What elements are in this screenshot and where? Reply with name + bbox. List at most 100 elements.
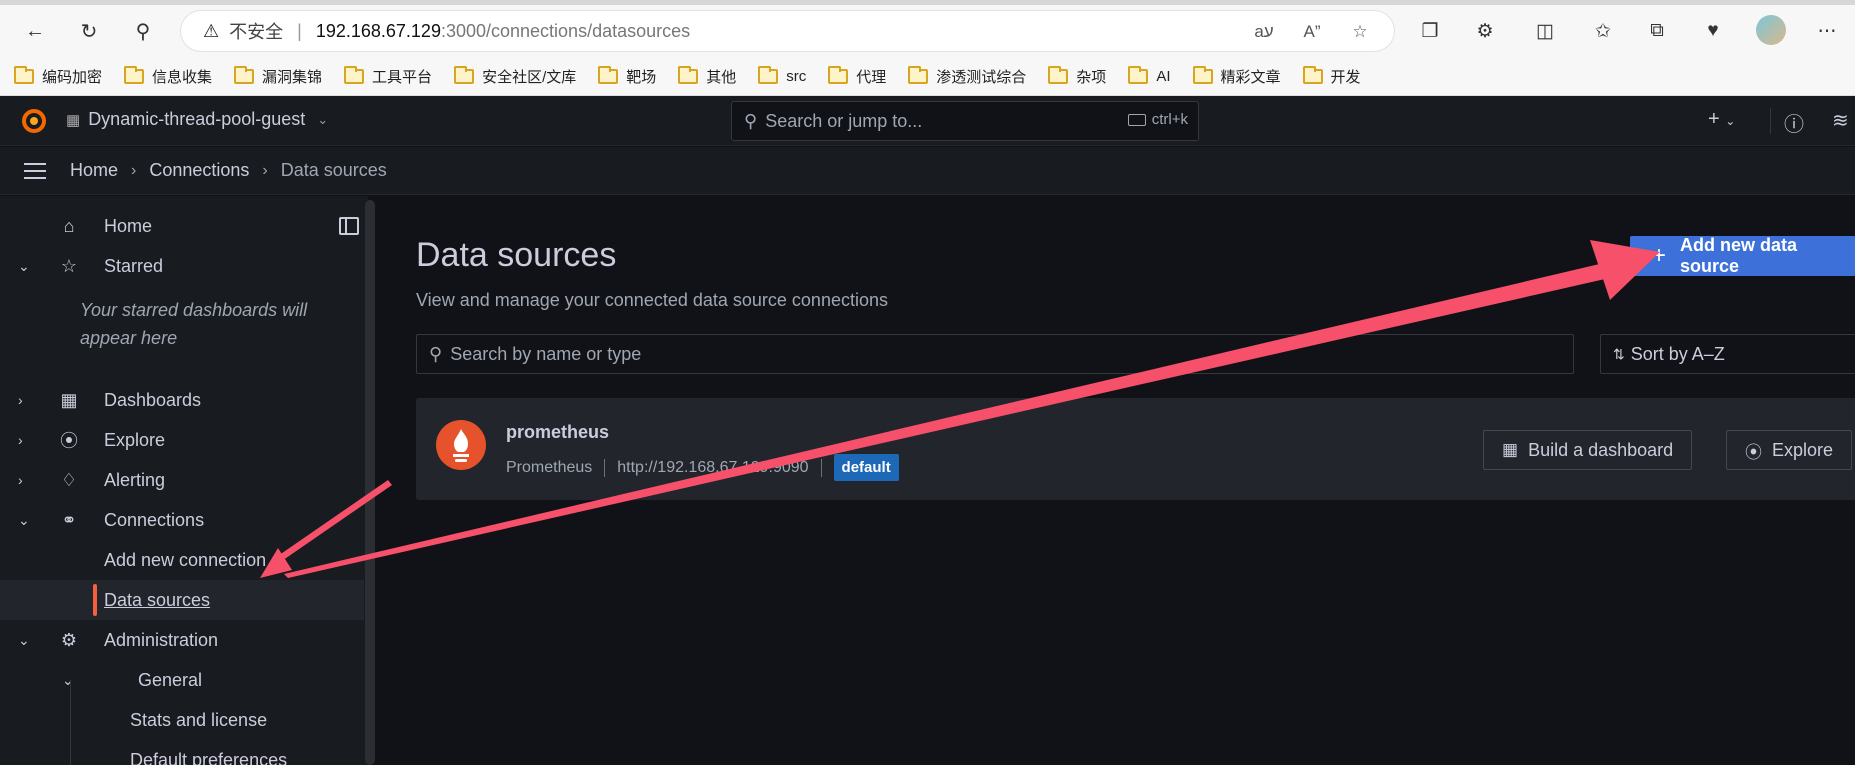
bookmark-folder[interactable]: 信息收集 (124, 65, 213, 87)
warning-icon: ⚠ (203, 20, 220, 41)
bookmark-label: 编码加密 (42, 68, 103, 86)
chevron-right-icon[interactable]: › (18, 392, 23, 408)
insecure-label: 不安全 (229, 22, 284, 42)
sidebar-item-general[interactable]: ⌄ General (0, 660, 364, 700)
datasource-meta: Prometheus http://192.168.67.129:9090 de… (506, 454, 899, 481)
bookmark-folder[interactable]: 漏洞集锦 (234, 65, 322, 87)
bookmark-folder[interactable]: 杂项 (1048, 65, 1106, 87)
tree-guide-line (70, 680, 71, 765)
chevron-right-icon: › (131, 161, 137, 179)
breadcrumb-home[interactable]: Home (70, 160, 118, 181)
folder-icon (1128, 65, 1149, 84)
sidebar-item-label: Alerting (104, 469, 166, 490)
sidebar-item-add-new-connection[interactable]: Add new connection (0, 540, 364, 580)
sidebar-item-stats-and-license[interactable]: Stats and license (0, 700, 364, 740)
chevron-down-icon[interactable]: ⌄ (62, 672, 74, 689)
chevron-down-icon[interactable]: ⌄ (18, 512, 30, 529)
datasource-name[interactable]: prometheus (506, 422, 609, 443)
bookmark-folder[interactable]: 渗透测试综合 (908, 65, 1026, 87)
sidebar-item-connections[interactable]: ⌄ ⚭ Connections (0, 500, 364, 540)
chevron-right-icon[interactable]: › (18, 472, 23, 488)
folder-icon (1302, 65, 1323, 84)
sidebar-item-explore[interactable]: › ⦿ Explore (0, 420, 364, 460)
bookmark-label: 工具平台 (372, 68, 433, 86)
folder-icon (124, 65, 145, 84)
search-icon[interactable]: ⚲ (126, 14, 160, 48)
shortcut-label: ctrl+k (1151, 111, 1188, 128)
sidebar-item-administration[interactable]: ⌄ ⚙ Administration (0, 620, 364, 660)
sidebar-scrollbar[interactable] (365, 200, 375, 765)
prometheus-logo-icon (436, 420, 486, 470)
grafana-logo-icon[interactable] (20, 107, 48, 135)
browser-chrome: ← ↻ ⚲ ⚠ 不安全 | 192.168.67.129:3000/connec… (0, 0, 1855, 96)
sidebar-item-label: Add new connection (104, 549, 267, 570)
add-new-data-source-button[interactable]: + Add new data source (1630, 235, 1855, 276)
breadcrumb-bar: Home › Connections › Data sources (0, 147, 1855, 195)
menu-toggle-icon[interactable] (24, 163, 46, 179)
split-screen-icon[interactable]: ◫ (1530, 16, 1560, 46)
add-menu-icon[interactable]: + ⌄ (1708, 108, 1735, 131)
folder-icon (678, 65, 699, 84)
search-placeholder: Search by name or type (450, 343, 642, 364)
profile-avatar[interactable] (1756, 15, 1786, 45)
sidebar-item-home[interactable]: ⌂ Home (0, 206, 364, 246)
help-icon[interactable]: ⓘ (1784, 108, 1804, 137)
refresh-icon[interactable]: ↻ (72, 14, 106, 48)
bookmark-folder[interactable]: 精彩文章 (1192, 65, 1281, 87)
sort-label: Sort by A–Z (1630, 343, 1725, 364)
bookmark-folder[interactable]: 靶场 (598, 65, 656, 87)
sort-select[interactable]: ⇅ Sort by A–Z (1600, 334, 1855, 374)
chevron-down-icon[interactable]: ⌄ (18, 632, 30, 649)
sidebar-item-default-preferences[interactable]: Default preferences (0, 740, 364, 765)
sidebar-item-dashboards[interactable]: › ▦ Dashboards (0, 380, 364, 420)
bookmark-folder[interactable]: 开发 (1302, 65, 1361, 87)
bookmark-label: 精彩文章 (1220, 68, 1281, 86)
plus-icon: + (1652, 242, 1667, 269)
tab-actions-icon[interactable]: ⧉ (1642, 16, 1672, 46)
more-menu-icon[interactable]: ⋯ (1812, 16, 1842, 46)
breadcrumb-connections[interactable]: Connections (149, 160, 249, 181)
favorite-star-icon[interactable]: ☆ (1347, 19, 1373, 45)
address-bar[interactable]: ⚠ 不安全 | 192.168.67.129:3000/connections/… (180, 10, 1395, 52)
bookmark-folder[interactable]: src (758, 65, 806, 85)
bookmark-folder[interactable]: 安全社区/文库 (454, 65, 576, 87)
bookmark-folder[interactable]: 编码加密 (14, 65, 103, 87)
connections-icon: ⚭ (61, 509, 77, 530)
datasource-search-input[interactable]: ⚲ Search by name or type (416, 334, 1574, 374)
breadcrumb: Home › Connections › Data sources (70, 160, 387, 181)
star-icon: ☆ (60, 255, 78, 276)
sidebar-item-label: General (138, 669, 203, 690)
bookmark-folder[interactable]: 代理 (828, 65, 886, 87)
bookmark-label: 开发 (1330, 68, 1361, 86)
chevron-down-icon[interactable]: ⌄ (18, 258, 30, 275)
build-dashboard-button[interactable]: ▦ Build a dashboard (1483, 430, 1693, 470)
divider (604, 458, 606, 477)
explore-button[interactable]: ⦿ Explore (1726, 430, 1853, 470)
org-switcher[interactable]: ▦ Dynamic-thread-pool-guest ⌄ (66, 109, 328, 130)
chevron-right-icon[interactable]: › (18, 432, 23, 448)
sidebar-item-alerting[interactable]: › ♢ Alerting (0, 460, 364, 500)
bookmark-folder[interactable]: 其他 (678, 65, 736, 87)
global-search-input[interactable]: ⚲ Search or jump to... ctrl+k (731, 101, 1199, 141)
folder-icon (908, 65, 929, 84)
back-icon[interactable]: ← (18, 14, 52, 48)
translate-icon[interactable]: aע (1251, 19, 1277, 45)
performance-icon[interactable]: ♥ (1698, 16, 1728, 46)
bookmark-folder[interactable]: AI (1128, 65, 1171, 85)
extensions-icon[interactable]: ⚙ (1470, 16, 1500, 46)
browser-tabstrip (0, 0, 1855, 5)
news-feed-icon[interactable]: ≋ (1832, 108, 1849, 133)
read-aloud-icon[interactable]: A” (1299, 19, 1325, 45)
dock-menu-icon[interactable] (339, 217, 359, 235)
collections-icon[interactable]: ❐ (1415, 16, 1445, 46)
favorites-icon[interactable]: ✩ (1588, 16, 1618, 46)
sidebar-item-starred[interactable]: ⌄ ☆ Starred (0, 246, 364, 286)
sidebar-item-label: Dashboards (104, 389, 202, 410)
sort-icon: ⇅ (1613, 345, 1625, 362)
bookmark-label: 信息收集 (152, 68, 213, 86)
cog-icon: ⚙ (60, 629, 78, 650)
bookmark-folder[interactable]: 工具平台 (344, 65, 433, 87)
bookmarks-bar: 编码加密 信息收集 漏洞集锦 工具平台 安全社区/文库 靶场 其他 src 代理… (0, 58, 1855, 94)
breadcrumb-current: Data sources (280, 160, 387, 180)
sidebar-item-data-sources[interactable]: Data sources (0, 580, 364, 620)
